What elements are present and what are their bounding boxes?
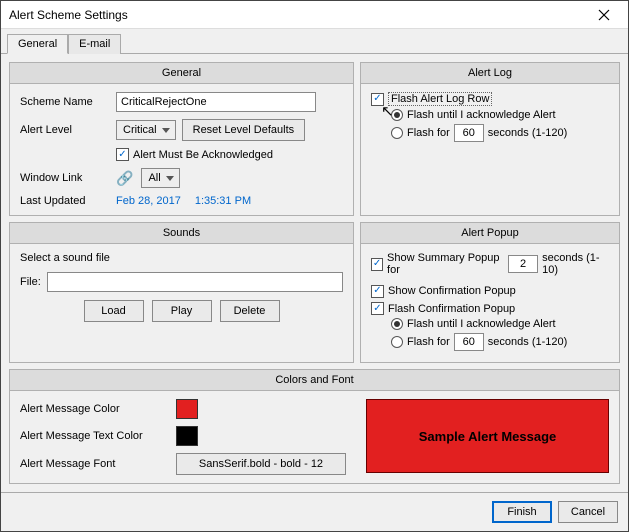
alert-must-ack-checkbox[interactable]: ✓ Alert Must Be Acknowledged	[116, 148, 273, 161]
scheme-name-label: Scheme Name	[20, 96, 110, 108]
alert-must-ack-label: Alert Must Be Acknowledged	[133, 149, 273, 161]
finish-button[interactable]: Finish	[492, 501, 552, 523]
tab-email[interactable]: E-mail	[68, 34, 121, 54]
show-confirmation-popup-checkbox[interactable]: ✓ Show Confirmation Popup	[371, 285, 516, 298]
summary-seconds-input[interactable]	[508, 255, 538, 273]
last-updated-time: 1:35:31 PM	[195, 195, 251, 207]
reset-level-defaults-button[interactable]: Reset Level Defaults	[182, 119, 306, 141]
alert-scheme-settings-window: Alert Scheme Settings General E-mail Gen…	[0, 0, 629, 532]
msg-color-label: Alert Message Color	[20, 403, 170, 415]
msg-color-swatch[interactable]	[176, 399, 198, 419]
tab-content: General Scheme Name Alert Level Critical…	[1, 54, 628, 492]
window-link-label: Window Link	[20, 172, 110, 184]
window-link-value: All	[148, 172, 160, 184]
alert-log-panel: Alert Log ✓ Flash Alert Log Row ↖ Flash …	[360, 62, 620, 216]
popup-flash-for-prefix: Flash for	[407, 336, 450, 348]
alertlog-flash-for-suffix: seconds (1-120)	[488, 127, 568, 139]
alert-popup-panel: Alert Popup ✓ Show Summary Popup for sec…	[360, 222, 620, 363]
text-color-swatch[interactable]	[176, 426, 198, 446]
delete-button[interactable]: Delete	[220, 300, 280, 322]
general-panel-title: General	[10, 63, 353, 84]
window-link-select[interactable]: All	[141, 168, 179, 188]
tab-general[interactable]: General	[7, 34, 68, 54]
window-title: Alert Scheme Settings	[9, 8, 586, 22]
file-label: File:	[20, 276, 41, 288]
popup-flash-until-radio[interactable]: Flash until I acknowledge Alert	[391, 318, 609, 330]
alertlog-flash-until-radio[interactable]: Flash until I acknowledge Alert	[391, 109, 609, 121]
play-button[interactable]: Play	[152, 300, 212, 322]
alert-level-select[interactable]: Critical	[116, 120, 176, 140]
close-icon	[598, 9, 610, 21]
font-button[interactable]: SansSerif.bold - bold - 12	[176, 453, 346, 475]
popup-flash-until-label: Flash until I acknowledge Alert	[407, 318, 556, 330]
alertlog-flash-until-label: Flash until I acknowledge Alert	[407, 109, 556, 121]
sample-alert-message: Sample Alert Message	[366, 399, 609, 473]
scheme-name-input[interactable]	[116, 92, 316, 112]
sound-file-input[interactable]	[47, 272, 343, 292]
show-summary-popup-checkbox[interactable]: ✓ Show Summary Popup for seconds (1-10)	[371, 252, 609, 276]
colors-font-panel: Colors and Font Alert Message Color Aler…	[9, 369, 620, 484]
load-button[interactable]: Load	[84, 300, 144, 322]
close-button[interactable]	[586, 4, 622, 26]
flash-alert-log-row-checkbox[interactable]: ✓ Flash Alert Log Row	[371, 92, 492, 106]
flash-confirmation-label: Flash Confirmation Popup	[388, 303, 515, 315]
tab-bar: General E-mail	[1, 29, 628, 54]
alertlog-flash-for-prefix: Flash for	[407, 127, 450, 139]
alert-level-label: Alert Level	[20, 124, 110, 136]
alert-popup-title: Alert Popup	[361, 223, 619, 244]
sounds-panel: Sounds Select a sound file File: Load Pl…	[9, 222, 354, 363]
cancel-button[interactable]: Cancel	[558, 501, 618, 523]
link-icon: 🔗	[116, 170, 133, 187]
alertlog-flash-for-radio[interactable]: Flash for seconds (1-120)	[391, 124, 609, 142]
text-color-label: Alert Message Text Color	[20, 430, 170, 442]
last-updated-label: Last Updated	[20, 195, 110, 207]
popup-flash-for-input[interactable]	[454, 333, 484, 351]
show-summary-prefix: Show Summary Popup for	[387, 252, 504, 276]
general-panel: General Scheme Name Alert Level Critical…	[9, 62, 354, 216]
last-updated-date: Feb 28, 2017	[116, 195, 181, 207]
font-label: Alert Message Font	[20, 458, 170, 470]
alertlog-flash-for-input[interactable]	[454, 124, 484, 142]
sounds-title: Sounds	[10, 223, 353, 244]
dialog-footer: Finish Cancel	[1, 492, 628, 531]
flash-confirmation-popup-checkbox[interactable]: ✓ Flash Confirmation Popup	[371, 302, 515, 315]
titlebar: Alert Scheme Settings	[1, 1, 628, 29]
show-summary-suffix: seconds (1-10)	[542, 252, 609, 276]
flash-alert-log-row-label: Flash Alert Log Row	[388, 92, 492, 106]
alert-level-value: Critical	[123, 124, 157, 136]
select-sound-label: Select a sound file	[20, 252, 343, 264]
alert-log-title: Alert Log	[361, 63, 619, 84]
popup-flash-for-suffix: seconds (1-120)	[488, 336, 568, 348]
colors-font-title: Colors and Font	[10, 370, 619, 391]
popup-flash-for-radio[interactable]: Flash for seconds (1-120)	[391, 333, 609, 351]
show-confirmation-label: Show Confirmation Popup	[388, 285, 516, 297]
